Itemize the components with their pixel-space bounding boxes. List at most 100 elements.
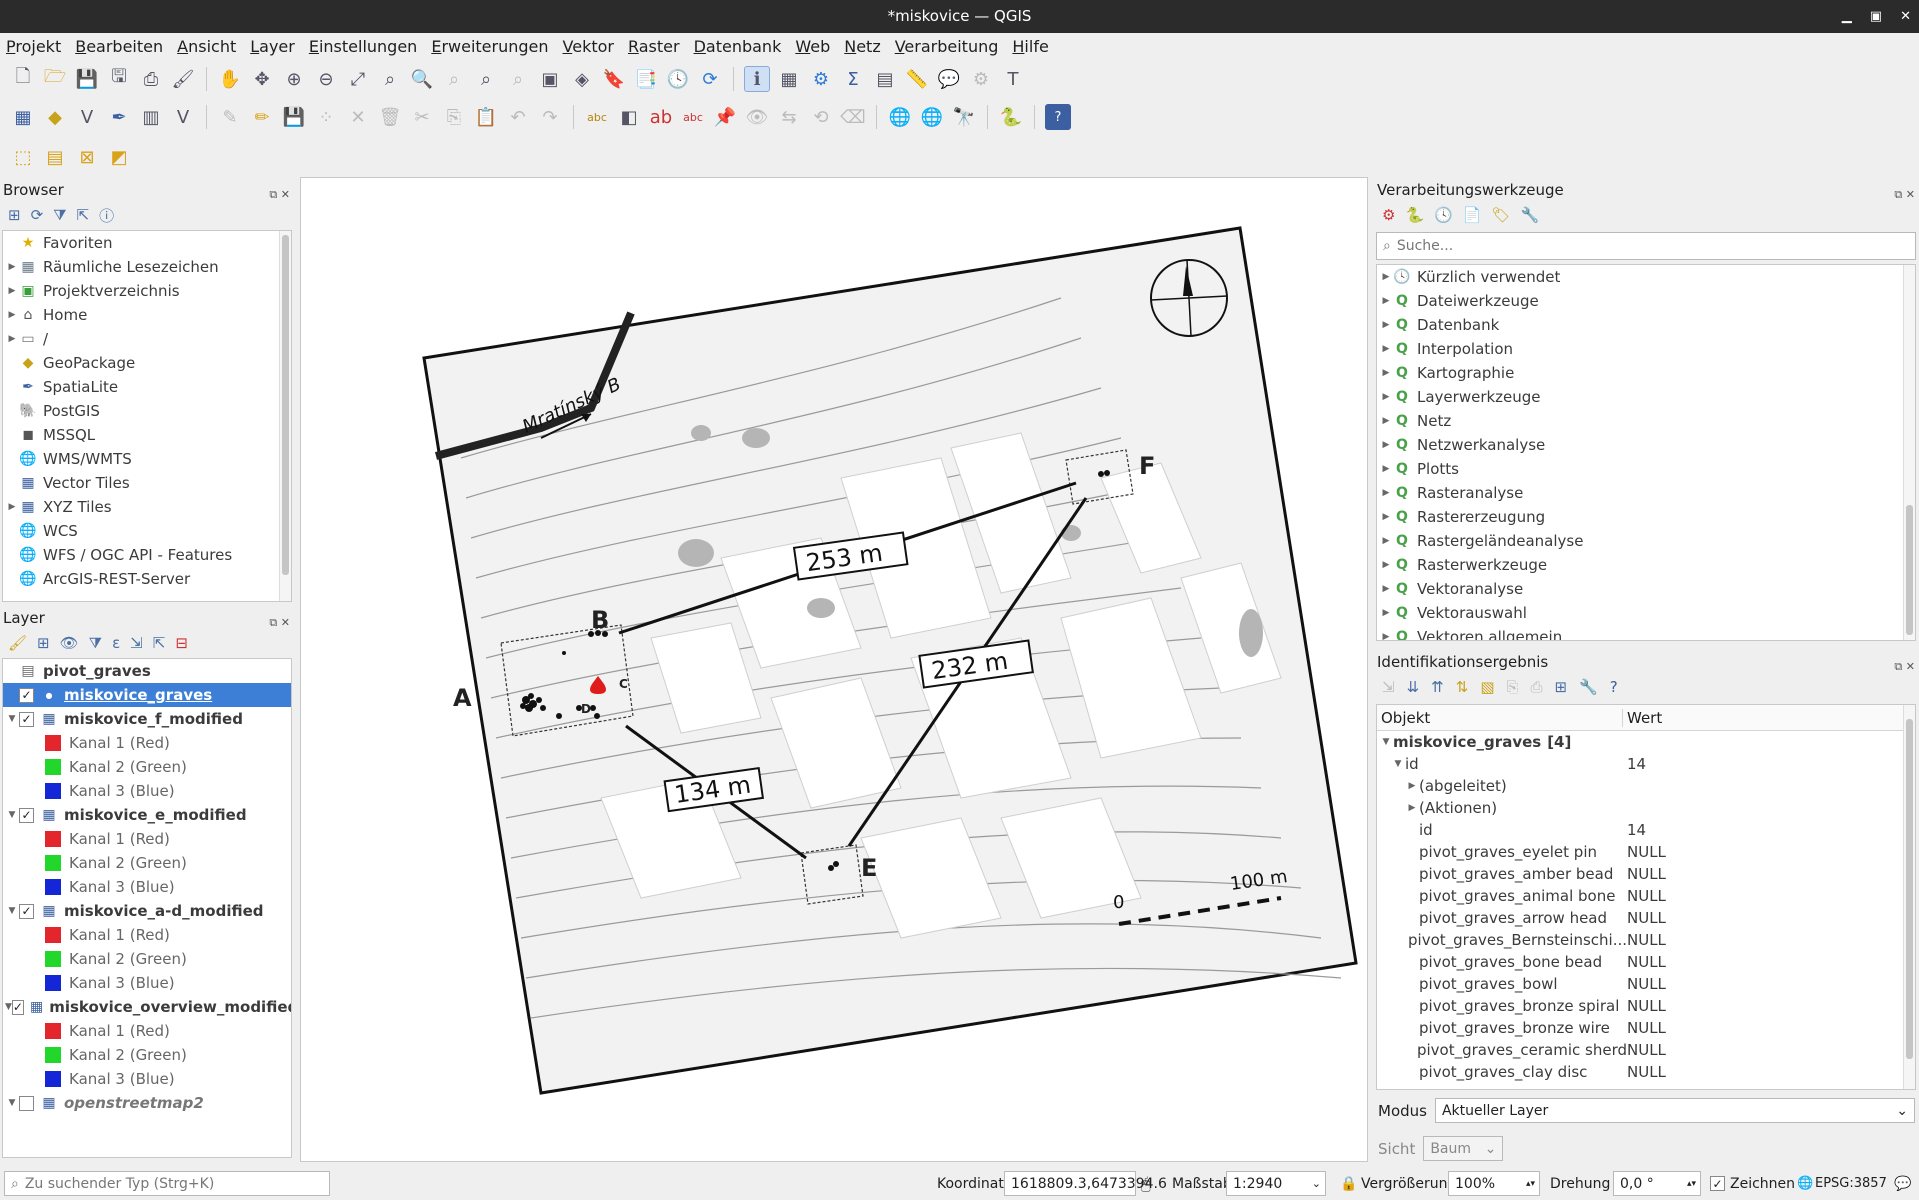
expand-arrow-icon[interactable]: ▶: [1379, 488, 1393, 498]
processing-scrollbar[interactable]: [1903, 265, 1915, 640]
open-styling-icon[interactable]: 🖌: [8, 634, 27, 652]
new-virtual-layer-icon[interactable]: V: [170, 104, 196, 130]
new-map-view-icon[interactable]: ▣: [537, 66, 563, 92]
pan-to-selection-icon[interactable]: ✥: [249, 66, 275, 92]
locator-search-input[interactable]: ⌕ Zu suchender Typ (Strg+K): [4, 1171, 330, 1196]
browser-item[interactable]: ★ Favoriten: [3, 231, 291, 255]
paste-icon[interactable]: 📋: [473, 104, 499, 130]
layer-visibility-checkbox[interactable]: ✓: [19, 711, 34, 727]
menu-datenbank[interactable]: Datenbank: [694, 37, 782, 56]
expand-arrow-icon[interactable]: ▶: [1379, 296, 1393, 306]
menu-web[interactable]: Web: [795, 37, 830, 56]
view-select[interactable]: Baum ⌄: [1423, 1136, 1504, 1161]
rotation-spinbox[interactable]: 0,0 ° ▴▾: [1613, 1171, 1701, 1196]
processing-search-input[interactable]: ⌕ Suche...: [1376, 232, 1916, 260]
expand-all-icon[interactable]: ⇲: [130, 634, 143, 652]
menu-vektor[interactable]: Vektor: [563, 37, 614, 56]
processing-group[interactable]: ▶ Q Plotts: [1377, 457, 1915, 481]
menu-projekt[interactable]: Projekt: [6, 37, 61, 56]
remove-layer-icon[interactable]: ⊟: [175, 634, 188, 652]
new-temp-layer-icon[interactable]: ▥: [138, 104, 164, 130]
refresh-icon[interactable]: ⟳: [31, 206, 44, 224]
attribute-row[interactable]: pivot_graves_bone bead NULL: [1377, 951, 1915, 973]
measure-icon[interactable]: 📏: [904, 66, 930, 92]
label-icon[interactable]: abc: [584, 104, 610, 130]
identify-mode-icon[interactable]: ⊞: [1555, 678, 1568, 696]
expand-arrow-icon[interactable]: ▶: [1379, 344, 1393, 354]
legend-item[interactable]: Kanal 1 (Red): [3, 731, 291, 755]
processing-group[interactable]: ▶ Q Layerwerkzeuge: [1377, 385, 1915, 409]
legend-item[interactable]: Kanal 2 (Green): [3, 755, 291, 779]
select-features-icon[interactable]: ⬚: [10, 144, 36, 170]
attribute-row[interactable]: pivot_graves_animal bone NULL: [1377, 885, 1915, 907]
expand-arrow-icon[interactable]: ▶: [1379, 440, 1393, 450]
legend-item[interactable]: Kanal 2 (Green): [3, 851, 291, 875]
layer-item[interactable]: ▤ pivot_graves: [3, 659, 291, 683]
attribute-row[interactable]: pivot_graves_bowl NULL: [1377, 973, 1915, 995]
open-project-icon[interactable]: 🗁: [42, 66, 68, 92]
expand-arrow-icon[interactable]: ▶: [1405, 803, 1419, 813]
menu-einstellungen[interactable]: Einstellungen: [309, 37, 417, 56]
zoom-spinbox[interactable]: 100% ▴▾: [1448, 1171, 1540, 1196]
filter-legend-icon[interactable]: ⧩: [89, 634, 102, 652]
data-source-manager-icon[interactable]: ▦: [10, 104, 36, 130]
processing-group[interactable]: ▶ 🕓 Kürzlich verwendet: [1377, 265, 1915, 289]
legend-item[interactable]: Kanal 2 (Green): [3, 947, 291, 971]
expand-arrow-icon[interactable]: ▶: [1405, 781, 1419, 791]
select-feature-icon[interactable]: ▧: [1480, 678, 1494, 696]
layer-visibility-checkbox[interactable]: ✓: [19, 903, 34, 919]
collapse-all-icon[interactable]: ⇱: [153, 634, 166, 652]
legend-item[interactable]: Kanal 1 (Red): [3, 923, 291, 947]
zoom-in-icon[interactable]: ⊕: [281, 66, 307, 92]
browser-item[interactable]: ▶ ▦ XYZ Tiles: [3, 495, 291, 519]
select-by-value-icon[interactable]: ▤: [42, 144, 68, 170]
expand-icon[interactable]: ⇲: [1382, 678, 1395, 696]
layer-visibility-checkbox[interactable]: ✓: [19, 687, 34, 703]
expand-arrow-icon[interactable]: ▶: [5, 502, 19, 512]
attribute-row[interactable]: pivot_graves_amber bead NULL: [1377, 863, 1915, 885]
legend-item[interactable]: Kanal 3 (Blue): [3, 779, 291, 803]
expand-arrow-icon[interactable]: ▶: [1379, 632, 1393, 640]
browser-item[interactable]: ▶ ⌂ Home: [3, 303, 291, 327]
crs-value[interactable]: EPSG:3857: [1815, 1176, 1887, 1191]
edit-features-icon[interactable]: 🏷: [1492, 206, 1511, 224]
diagram-icon[interactable]: ab: [648, 104, 674, 130]
browser-item[interactable]: 🐘 PostGIS: [3, 399, 291, 423]
processing-group[interactable]: ▶ Q Rasteranalyse: [1377, 481, 1915, 505]
copy-icon[interactable]: ⎘: [441, 104, 467, 130]
zoom-layer-icon[interactable]: 🔍: [409, 66, 435, 92]
minimize-icon[interactable]: ▁: [1842, 0, 1852, 33]
new-shapefile-icon[interactable]: V: [74, 104, 100, 130]
expand-arrow-icon[interactable]: ▼: [1391, 759, 1405, 769]
label-style-icon[interactable]: abc: [680, 104, 706, 130]
menu-raster[interactable]: Raster: [628, 37, 680, 56]
temporal-controller-icon[interactable]: 🕓: [665, 66, 691, 92]
refresh-icon[interactable]: ⟳: [697, 66, 723, 92]
manage-map-themes-icon[interactable]: 👁: [60, 634, 79, 652]
expand-arrow-icon[interactable]: ▶: [1379, 416, 1393, 426]
delete-selected-icon[interactable]: 🗑: [377, 104, 403, 130]
wcs-icon[interactable]: 🌐: [919, 104, 945, 130]
menu-bearbeiten[interactable]: Bearbeiten: [75, 37, 163, 56]
column-object[interactable]: Objekt: [1377, 708, 1623, 727]
browser-item[interactable]: 🌐 WMS/WMTS: [3, 447, 291, 471]
collapse-all-icon[interactable]: ⇈: [1431, 678, 1444, 696]
panel-close-icon[interactable]: ⧉ ✕: [269, 183, 290, 207]
actions-icon[interactable]: ⚙: [968, 66, 994, 92]
layer-item[interactable]: ▼ ✓ ▦ miskovice_f_modified: [3, 707, 291, 731]
zoom-next-icon[interactable]: ⌕: [505, 66, 531, 92]
expand-arrow-icon[interactable]: ▶: [1379, 536, 1393, 546]
expand-arrow-icon[interactable]: ▶: [1379, 392, 1393, 402]
expand-arrow-icon[interactable]: ▶: [1379, 512, 1393, 522]
add-group-icon[interactable]: ⊞: [37, 634, 50, 652]
results-viewer-icon[interactable]: 📄: [1463, 206, 1482, 224]
collapse-arrow-icon[interactable]: ▼: [1379, 737, 1393, 747]
rotate-label-icon[interactable]: ⟲: [808, 104, 834, 130]
menu-netz[interactable]: Netz: [844, 37, 880, 56]
processing-group[interactable]: ▶ Q Rastererzeugung: [1377, 505, 1915, 529]
panel-close-icon[interactable]: ⧉ ✕: [1894, 183, 1915, 207]
metasearch-icon[interactable]: 🔭: [951, 104, 977, 130]
legend-item[interactable]: Kanal 1 (Red): [3, 1019, 291, 1043]
layer-item[interactable]: ✓ ● miskovice_graves: [3, 683, 291, 707]
processing-toolbox-icon[interactable]: ⚙: [808, 66, 834, 92]
